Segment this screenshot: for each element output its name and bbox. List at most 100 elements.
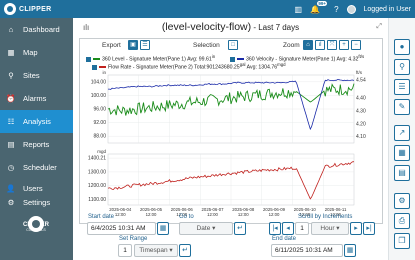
sidebar-item-settings[interactable]: ⚙ Settings xyxy=(0,195,73,209)
sidebar: ⌂ Dashboard ▦ Map ⚲ Sites ⏰ Alarms ☷ Analysis… xyxy=(0,18,73,260)
export-save-button[interactable]: ▣ xyxy=(128,40,138,50)
rail-trend-button[interactable]: ↗ xyxy=(394,125,410,141)
y-axis-label: mgd xyxy=(97,149,106,154)
y-right-tick-label: 4.40 xyxy=(356,96,366,102)
y-right-tick-label: 4.20 xyxy=(356,121,366,127)
rail-list-button[interactable]: ☰ xyxy=(394,79,410,95)
scroll-prev-button[interactable]: ◂ xyxy=(282,222,294,235)
zoom-home-button[interactable]: ⌂ xyxy=(303,40,313,50)
rail-calendar-button[interactable]: ▦ xyxy=(394,145,410,161)
legend-unit-flow: gal xyxy=(239,62,246,67)
scroll-count-input[interactable]: 1 xyxy=(295,222,309,235)
chart-icon[interactable]: ▥ xyxy=(295,5,303,14)
right-rail: ● ⚲ ☰ ✎ ↗ ▦ ▤ ⚙ ⎙ ❐ xyxy=(388,18,415,260)
goto-select[interactable]: Date ▾ xyxy=(179,222,233,235)
range-unit-select[interactable]: Timespan ▾ xyxy=(134,244,178,257)
rail-table-button[interactable]: ▤ xyxy=(394,165,410,181)
end-date-input[interactable]: 6/11/2025 10:31 AM xyxy=(271,244,343,257)
y-tick-label: 1400.21 xyxy=(88,156,106,162)
y-tick-label: 1300.00 xyxy=(88,169,106,175)
help-icon[interactable]: ? xyxy=(334,5,338,14)
page-title: (level-velocity-flow) - Last 7 days xyxy=(73,21,388,33)
rail-edit-button[interactable]: ✎ xyxy=(394,99,410,115)
y-right-tick-label: 4.54 xyxy=(356,78,366,84)
clipper-logo-icon xyxy=(28,216,44,232)
goto-select-value: Date xyxy=(196,225,211,232)
export-table-button[interactable]: ☰ xyxy=(140,40,150,50)
legend-unit-level: in xyxy=(211,54,216,59)
sidebar-item-analysis[interactable]: ☷ Analysis xyxy=(0,110,73,133)
sidebar-item-users[interactable]: 👤 Users xyxy=(0,181,73,195)
legend-checkbox[interactable] xyxy=(230,56,235,62)
set-range-label: Set Range xyxy=(119,236,148,242)
goto-enter-button[interactable]: ↵ xyxy=(234,222,246,235)
start-date-calendar-button[interactable]: ▦ xyxy=(157,222,169,235)
rail-print-button[interactable]: ⎙ xyxy=(394,213,410,229)
scroll-next-button[interactable]: ▸ xyxy=(350,222,362,235)
range-count-input[interactable]: 1 xyxy=(118,244,132,257)
y-tick-label: 1100.00 xyxy=(88,197,106,203)
legend-checkbox[interactable] xyxy=(86,56,91,62)
scroll-unit-select[interactable]: Hour ▾ xyxy=(311,222,349,235)
start-date-input[interactable]: 6/4/2025 10:31 AM xyxy=(87,222,156,235)
sidebar-item-map[interactable]: ▦ Map xyxy=(0,41,73,64)
title-row: ılı (level-velocity-flow) - Last 7 days … xyxy=(73,18,388,38)
analysis-icon: ☷ xyxy=(7,117,15,126)
start-date-label: Start date xyxy=(88,214,115,220)
notification-badge: 99+ xyxy=(317,0,328,6)
users-icon: 👤 xyxy=(6,183,16,193)
rail-copy-button[interactable]: ❐ xyxy=(394,233,410,249)
sidebar-item-label: Dashboard xyxy=(23,25,60,34)
brand-name: CLIPPER xyxy=(19,5,52,13)
chart-toolbar: Export ▣ ☰ Selection □ Zoom ⌂ ıl ⤧ + − xyxy=(80,39,382,53)
scroll-first-button[interactable]: |◂ xyxy=(269,222,281,235)
brand-logo[interactable]: CLIPPER xyxy=(4,3,51,15)
sidebar-item-scheduler[interactable]: ◷ Scheduler xyxy=(0,156,73,179)
y-right-tick-label: 4.10 xyxy=(356,134,366,140)
chart-area[interactable]: 104.00 100.00 96.00 92.00 88.00 in 4.54 4.40 4.3… xyxy=(80,70,382,223)
sidebar-item-reports[interactable]: ▤ Reports xyxy=(0,133,73,156)
legend-avg-unit-flow: mgd xyxy=(277,62,286,67)
rail-record-button[interactable]: ● xyxy=(394,39,410,55)
sidebar-item-label: Settings xyxy=(23,197,51,207)
end-date-calendar-button[interactable]: ▦ xyxy=(344,244,356,257)
zoom-out-button[interactable]: − xyxy=(351,40,361,50)
rail-settings-button[interactable]: ⚙ xyxy=(394,193,410,209)
sidebar-item-label: Map xyxy=(23,48,38,57)
zoom-fit-button[interactable]: ⤧ xyxy=(327,40,337,50)
sidebar-item-label: Reports xyxy=(23,140,50,149)
scroll-last-button[interactable]: ▸| xyxy=(363,222,375,235)
reports-icon: ▤ xyxy=(7,140,15,149)
top-bar: CLIPPER ▥ 🔔 99+ ? Logged in User xyxy=(0,0,415,18)
sidebar-item-dashboard[interactable]: ⌂ Dashboard xyxy=(0,18,73,41)
y-tick-label: 104.00 xyxy=(91,79,107,85)
scheduler-clock-icon: ◷ xyxy=(7,163,15,172)
legend-unit-velocity: ft/s xyxy=(358,54,365,59)
scroll-unit-value: Hour xyxy=(320,225,335,232)
selection-label: Selection xyxy=(193,42,220,49)
page-subtitle: - Last 7 days xyxy=(251,23,300,32)
sidebar-item-label: Alarms xyxy=(23,94,47,103)
sidebar-item-alarms[interactable]: ⏰ Alarms xyxy=(0,87,73,110)
legend-swatch-flow xyxy=(99,65,106,68)
sidebar-item-label: Sites xyxy=(23,71,40,80)
legend-checkbox[interactable] xyxy=(92,64,97,70)
sidebar-item-label: Users xyxy=(23,183,43,193)
clipper-logo-icon xyxy=(4,3,16,15)
sidebar-logo: CLIPPER CONTROLS xyxy=(14,216,58,236)
zoom-bars-button[interactable]: ıl xyxy=(315,40,325,50)
selection-box-button[interactable]: □ xyxy=(228,40,238,50)
avatar[interactable] xyxy=(346,4,356,14)
date-controls: Start date 6/4/2025 10:31 AM ▦ Go to Dat… xyxy=(73,214,388,260)
user-label[interactable]: Logged in User xyxy=(364,6,411,13)
sidebar-item-label: Scheduler xyxy=(23,163,57,172)
maximize-icon[interactable]: ⤢ xyxy=(376,23,382,31)
notifications-bell-icon[interactable]: 🔔 99+ xyxy=(310,0,328,14)
main-content: ılı (level-velocity-flow) - Last 7 days … xyxy=(73,18,388,260)
rail-location-button[interactable]: ⚲ xyxy=(394,59,410,75)
zoom-in-button[interactable]: + xyxy=(339,40,349,50)
range-enter-button[interactable]: ↵ xyxy=(179,244,191,257)
sidebar-item-sites[interactable]: ⚲ Sites xyxy=(0,64,73,87)
export-label: Export xyxy=(102,42,121,49)
legend-swatch-level xyxy=(93,57,100,60)
